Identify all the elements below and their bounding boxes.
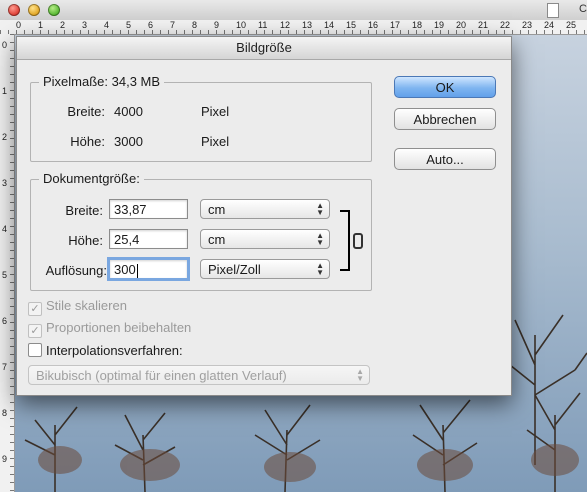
dialog-title: Bildgröße <box>17 37 511 60</box>
ruler-tick-label: 2 <box>2 132 8 142</box>
resolution-field[interactable]: 300 <box>107 257 190 281</box>
ruler-tick-label: 15 <box>346 20 357 30</box>
ruler-tick-label: 11 <box>258 20 268 30</box>
resolution-label: Auflösung: <box>45 263 107 278</box>
updown-arrow-icon: ▲ ▼ <box>316 231 324 247</box>
ruler-tick-label: 19 <box>434 20 445 30</box>
ruler-tick-label: 3 <box>2 178 8 188</box>
ruler-tick-label: 6 <box>2 316 8 326</box>
scale-styles-label: Stile skalieren <box>46 298 127 313</box>
pixel-height-label: Höhe: <box>70 134 105 149</box>
window-titlebar: C <box>0 0 587 21</box>
ruler-tick-label: 21 <box>478 20 489 30</box>
ruler-tick-label: 0 <box>2 40 8 50</box>
resample-checkbox[interactable]: Interpolationsverfahren: <box>28 343 183 358</box>
doc-width-unit-value: cm <box>208 202 226 217</box>
ruler-tick-label: 20 <box>456 20 467 30</box>
ruler-tick-label: 8 <box>2 408 8 418</box>
pixel-height-value: 3000 <box>114 134 143 149</box>
minimize-window-button[interactable] <box>28 4 40 16</box>
checkmark-icon: ✓ <box>28 324 42 338</box>
close-window-button[interactable] <box>8 4 20 16</box>
doc-width-field[interactable]: 33,87 <box>109 199 188 219</box>
ruler-tick-label: 23 <box>522 20 533 30</box>
document-icon <box>547 3 559 18</box>
ruler-tick-label: 10 <box>236 20 247 30</box>
pixel-width-label: Breite: <box>67 104 105 119</box>
ruler-tick-label: 8 <box>192 20 198 30</box>
doc-height-unit-select[interactable]: cm ▲ ▼ <box>200 229 330 249</box>
doc-height-unit-value: cm <box>208 232 226 247</box>
pixel-width-value: 4000 <box>114 104 143 119</box>
ruler-tick-label: 18 <box>412 20 423 30</box>
zoom-window-button[interactable] <box>48 4 60 16</box>
resample-label: Interpolationsverfahren: <box>46 343 183 358</box>
proportion-link-bracket <box>340 210 350 271</box>
ok-button[interactable]: OK <box>394 76 496 98</box>
ruler-tick-label: 4 <box>104 20 110 30</box>
document-size-legend: Dokumentgröße: <box>39 171 144 186</box>
ruler-tick-label: 24 <box>544 20 555 30</box>
updown-arrow-icon: ▲ ▼ <box>356 367 364 383</box>
resolution-value: 300 <box>114 262 136 277</box>
auto-button[interactable]: Auto... <box>394 148 496 170</box>
scale-styles-checkbox[interactable]: ✓ Stile skalieren <box>28 298 127 316</box>
ruler-tick-label: 0 <box>16 20 22 30</box>
constrain-proportions-checkbox[interactable]: ✓ Proportionen beibehalten <box>28 320 191 338</box>
ruler-tick-label: 9 <box>2 454 8 464</box>
ruler-tick-label: 5 <box>2 270 8 280</box>
pixel-dimensions-legend: Pixelmaße: 34,3 MB <box>39 74 165 89</box>
ruler-tick-label: 7 <box>170 20 176 30</box>
ruler-tick-label: 14 <box>324 20 335 30</box>
doc-width-label: Breite: <box>65 203 103 218</box>
ruler-tick-label: 17 <box>390 20 401 30</box>
ruler-tick-label: 4 <box>2 224 8 234</box>
ruler-tick-label: 1 <box>2 86 8 96</box>
pixel-height-unit: Pixel <box>201 134 230 149</box>
resolution-unit-value: Pixel/Zoll <box>208 262 261 277</box>
ruler-tick-label: 1 <box>38 20 44 30</box>
ruler-tick-label: 6 <box>148 20 154 30</box>
ruler-tick-label: 25 <box>566 20 577 30</box>
ruler-tick-label: 9 <box>214 20 220 30</box>
text-caret <box>136 263 138 278</box>
doc-height-field[interactable]: 25,4 <box>109 229 188 249</box>
constrain-proportions-label: Proportionen beibehalten <box>46 320 192 335</box>
resample-method-value: Bikubisch (optimal für einen glatten Ver… <box>36 368 287 383</box>
updown-arrow-icon: ▲ ▼ <box>316 261 324 277</box>
ruler-tick-label: 7 <box>2 362 8 372</box>
vertical-ruler[interactable]: 0 1 2 3 4 5 6 7 8 9 <box>0 34 15 492</box>
checkmark-icon: ✓ <box>28 302 42 316</box>
updown-arrow-icon: ▲ ▼ <box>316 201 324 217</box>
resolution-unit-select[interactable]: Pixel/Zoll ▲ ▼ <box>200 259 330 279</box>
pixel-width-unit: Pixel <box>201 104 230 119</box>
document-title: C <box>579 3 587 15</box>
ruler-tick-label: 22 <box>500 20 511 30</box>
ruler-tick-label: 12 <box>280 20 291 30</box>
doc-width-unit-select[interactable]: cm ▲ ▼ <box>200 199 330 219</box>
ruler-tick-label: 16 <box>368 20 379 30</box>
ruler-tick-label: 5 <box>126 20 132 30</box>
ruler-tick-label: 13 <box>302 20 313 30</box>
checkbox-empty-icon <box>28 343 42 357</box>
pixel-dimensions-group: Pixelmaße: 34,3 MB <box>30 74 372 162</box>
ruler-tick-label: 3 <box>82 20 88 30</box>
ruler-tick-label: 2 <box>60 20 66 30</box>
resample-method-select[interactable]: Bikubisch (optimal für einen glatten Ver… <box>28 365 370 385</box>
chain-link-icon <box>353 233 363 249</box>
horizontal-ruler[interactable]: 0 1 2 3 4 5 6 7 8 9 10 11 12 13 14 15 16 17 18 19 20 21 22 23 24… <box>0 20 587 35</box>
doc-height-label: Höhe: <box>68 233 103 248</box>
cancel-button[interactable]: Abbrechen <box>394 108 496 130</box>
image-size-dialog: Bildgröße Pixelmaße: 34,3 MB Breite: 400… <box>16 36 512 396</box>
